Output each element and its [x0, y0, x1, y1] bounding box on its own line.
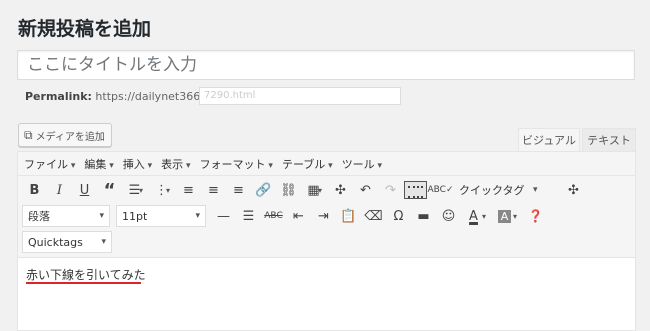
blockquote-icon[interactable]: “ [97, 179, 122, 201]
spellcheck-icon[interactable]: ABC✓ [428, 179, 454, 201]
tab-visual[interactable]: ビジュアル [518, 128, 580, 151]
eraser-icon[interactable]: ⌫ [361, 205, 386, 227]
menu-insert[interactable]: 挿入 [123, 156, 152, 172]
outdent-icon[interactable]: ⇤ [286, 205, 311, 227]
editor: ファイル 編集 挿入 表示 フォーマット テーブル ツール B I U “ ☰ … [17, 151, 636, 331]
chevron-down-icon: ▾ [482, 211, 487, 221]
menu-file[interactable]: ファイル [24, 156, 75, 172]
quicktag-label: クイックタグ [459, 184, 525, 197]
underline-icon[interactable]: U [72, 179, 97, 201]
distraction-free-icon[interactable]: ✣ [561, 179, 586, 201]
toolbar-row-2: 段落 ▾ 11pt ▾ — ☰ ABC ⇤ ⇥ 📋 ⌫ Ω ▬ ☺ A ▾ A … [22, 205, 548, 227]
format-select[interactable]: 段落 ▾ [22, 205, 110, 227]
chevron-down-icon: ▾ [195, 211, 200, 221]
align-left-icon[interactable]: ≡ [176, 179, 201, 201]
add-media-button[interactable]: ⧉ メディアを追加 [18, 123, 112, 147]
toolbar-row-3: Quicktags ▾ [22, 231, 112, 253]
editor-content[interactable]: 赤い下線を引いてみた [26, 266, 146, 283]
italic-icon[interactable]: I [47, 179, 72, 201]
tab-text[interactable]: テキスト [582, 128, 636, 151]
title-input[interactable]: ここにタイトルを入力 [17, 50, 635, 80]
unlink-icon[interactable]: ⛓ [276, 179, 301, 201]
keyboard-icon[interactable] [404, 181, 427, 199]
page-break-icon[interactable]: ▬ [411, 205, 436, 227]
slug-input[interactable]: 7290.html [199, 87, 401, 105]
help-icon[interactable]: ❓ [523, 205, 548, 227]
emoticon-icon[interactable]: ☺ [436, 205, 461, 227]
chevron-down-icon: ▾ [533, 185, 538, 195]
redo-icon[interactable]: ↷ [378, 179, 403, 201]
menu-tools[interactable]: ツール [342, 156, 382, 172]
fullscreen-icon[interactable]: ✣ [328, 179, 353, 201]
chevron-down-icon: ▾ [318, 185, 323, 195]
font-size-select[interactable]: 11pt ▾ [116, 205, 206, 227]
permalink-label: Permalink: [25, 90, 92, 103]
indent-icon[interactable]: ⇥ [311, 205, 336, 227]
menu-edit[interactable]: 編集 [84, 156, 113, 172]
justify-icon[interactable]: ☰ [236, 205, 261, 227]
bold-icon[interactable]: B [22, 179, 47, 201]
strikethrough-icon[interactable]: ABC [261, 205, 286, 227]
quicktags-select[interactable]: Quicktags ▾ [22, 231, 112, 253]
paste-text-icon[interactable]: 📋 [336, 205, 361, 227]
format-select-value: 段落 [28, 210, 50, 223]
menu-format[interactable]: フォーマット [200, 156, 273, 172]
undo-icon[interactable]: ↶ [353, 179, 378, 201]
font-size-value: 11pt [122, 209, 148, 223]
chevron-down-icon: ▾ [139, 185, 144, 195]
chevron-down-icon: ▾ [166, 185, 171, 195]
page-title: 新規投稿を追加 [18, 18, 152, 40]
menubar: ファイル 編集 挿入 表示 フォーマット テーブル ツール [18, 152, 635, 176]
quicktag-dropdown[interactable]: クイックタグ [459, 182, 529, 198]
horizontal-rule-icon[interactable]: — [211, 205, 236, 227]
editor-toolbar: ファイル 編集 挿入 表示 フォーマット テーブル ツール B I U “ ☰ … [18, 152, 635, 258]
red-underline [26, 282, 141, 284]
add-media-label: メディアを追加 [35, 131, 105, 143]
menu-table[interactable]: テーブル [282, 156, 333, 172]
quicktags-value: Quicktags [28, 235, 83, 249]
toolbar-row-1: B I U “ ☰ ▾ ⋮ ▾ ≡ ≡ ≡ 🔗 ⛓ ▦ ▾ ✣ ↶ ↷ ABC✓… [22, 179, 586, 201]
align-right-icon[interactable]: ≡ [226, 179, 251, 201]
align-center-icon[interactable]: ≡ [201, 179, 226, 201]
omega-icon[interactable]: Ω [386, 205, 411, 227]
menu-view[interactable]: 表示 [161, 156, 190, 172]
chevron-down-icon: ▾ [513, 211, 518, 221]
chevron-down-icon: ▾ [101, 237, 106, 247]
link-icon[interactable]: 🔗 [251, 179, 276, 201]
chevron-down-icon: ▾ [99, 211, 104, 221]
media-icon: ⧉ [24, 127, 33, 142]
